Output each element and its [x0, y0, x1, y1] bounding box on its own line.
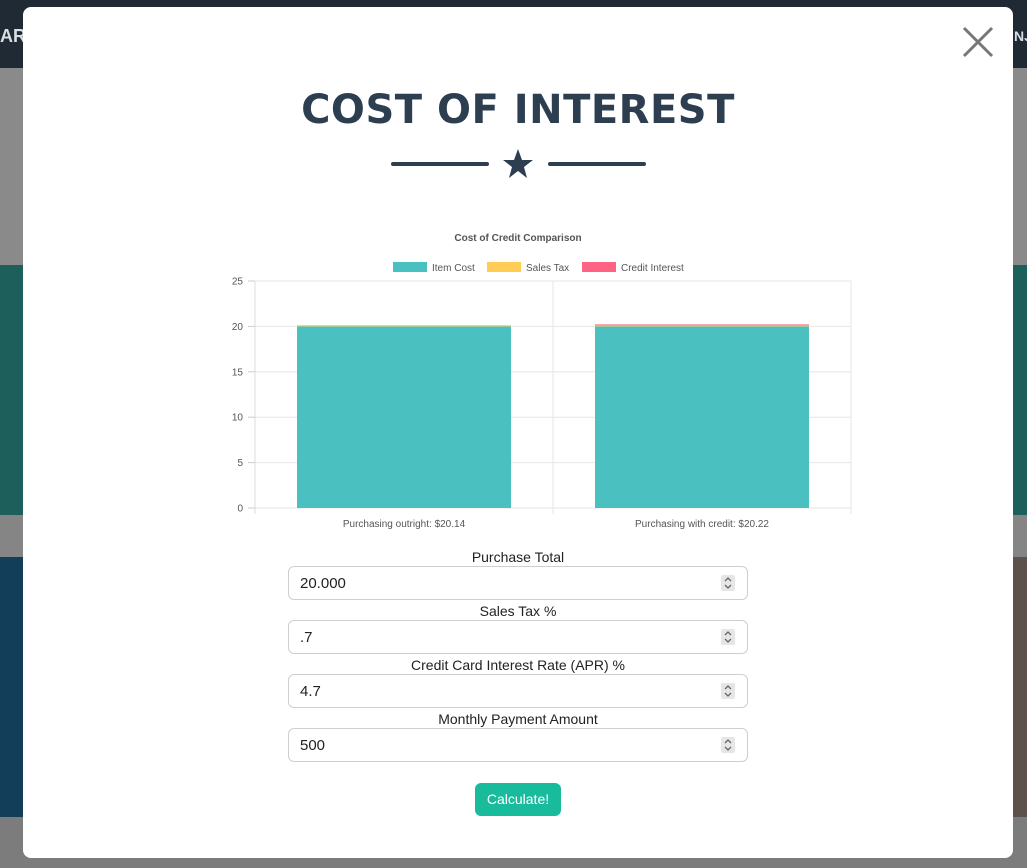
apr-input[interactable]: 4.7	[288, 674, 748, 708]
number-spinner[interactable]	[721, 575, 735, 591]
divider-line-right	[548, 162, 646, 166]
bar-segment[interactable]	[595, 324, 809, 326]
y-tick-label: 20	[232, 322, 244, 333]
y-tick-label: 25	[232, 277, 244, 288]
star-icon	[503, 149, 533, 178]
purchase-total-value: 20.000	[300, 575, 346, 592]
apr-label: Credit Card Interest Rate (APR) %	[411, 657, 625, 673]
cost-of-interest-modal: COST OF INTEREST Cost of Credit Comparis…	[23, 7, 1013, 858]
close-icon	[962, 26, 994, 58]
y-tick-label: 5	[237, 458, 243, 469]
legend-item[interactable]: Sales Tax	[487, 262, 569, 274]
spinner-icon	[724, 685, 732, 697]
spinner-icon	[724, 631, 732, 643]
close-button[interactable]	[961, 25, 995, 59]
purchase-total-input[interactable]: 20.000	[288, 566, 748, 600]
number-spinner[interactable]	[721, 683, 735, 699]
x-tick-label: Purchasing with credit: $20.22	[635, 519, 769, 530]
bar-segment[interactable]	[297, 325, 511, 327]
spinner-icon	[724, 577, 732, 589]
legend-label: Credit Interest	[621, 263, 684, 274]
legend-label: Sales Tax	[526, 263, 569, 274]
chart-title: Cost of Credit Comparison	[454, 233, 581, 244]
sales-tax-input[interactable]: .7	[288, 620, 748, 654]
number-spinner[interactable]	[721, 629, 735, 645]
divider-line-left	[391, 162, 489, 166]
background-section	[1013, 557, 1027, 817]
legend-item[interactable]: Credit Interest	[582, 262, 684, 274]
background-nav-text-right: NJA	[1014, 28, 1027, 44]
spinner-icon	[724, 739, 732, 751]
y-tick-label: 10	[232, 413, 244, 424]
bar-segment[interactable]	[595, 326, 809, 508]
legend-label: Item Cost	[432, 263, 475, 274]
modal-title: COST OF INTEREST	[301, 87, 735, 133]
sales-tax-value: .7	[300, 629, 313, 646]
legend-swatch	[393, 262, 427, 272]
cost-comparison-chart: Cost of Credit Comparison Item Cost Sales…	[232, 233, 852, 530]
y-tick-label: 0	[237, 504, 243, 515]
x-tick-label: Purchasing outright: $20.14	[343, 519, 466, 530]
monthly-payment-input[interactable]: 500	[288, 728, 748, 762]
sales-tax-label: Sales Tax %	[479, 603, 557, 619]
monthly-payment-value: 500	[300, 737, 326, 754]
legend-item[interactable]: Item Cost	[393, 262, 475, 274]
monthly-payment-label: Monthly Payment Amount	[438, 711, 598, 727]
number-spinner[interactable]	[721, 737, 735, 753]
purchase-total-label: Purchase Total	[471, 549, 565, 565]
bar-segment[interactable]	[297, 326, 511, 508]
y-tick-label: 15	[232, 367, 244, 378]
legend-swatch	[487, 262, 521, 272]
apr-value: 4.7	[300, 683, 321, 700]
legend-swatch	[582, 262, 616, 272]
calculate-button[interactable]: Calculate!	[475, 783, 561, 816]
